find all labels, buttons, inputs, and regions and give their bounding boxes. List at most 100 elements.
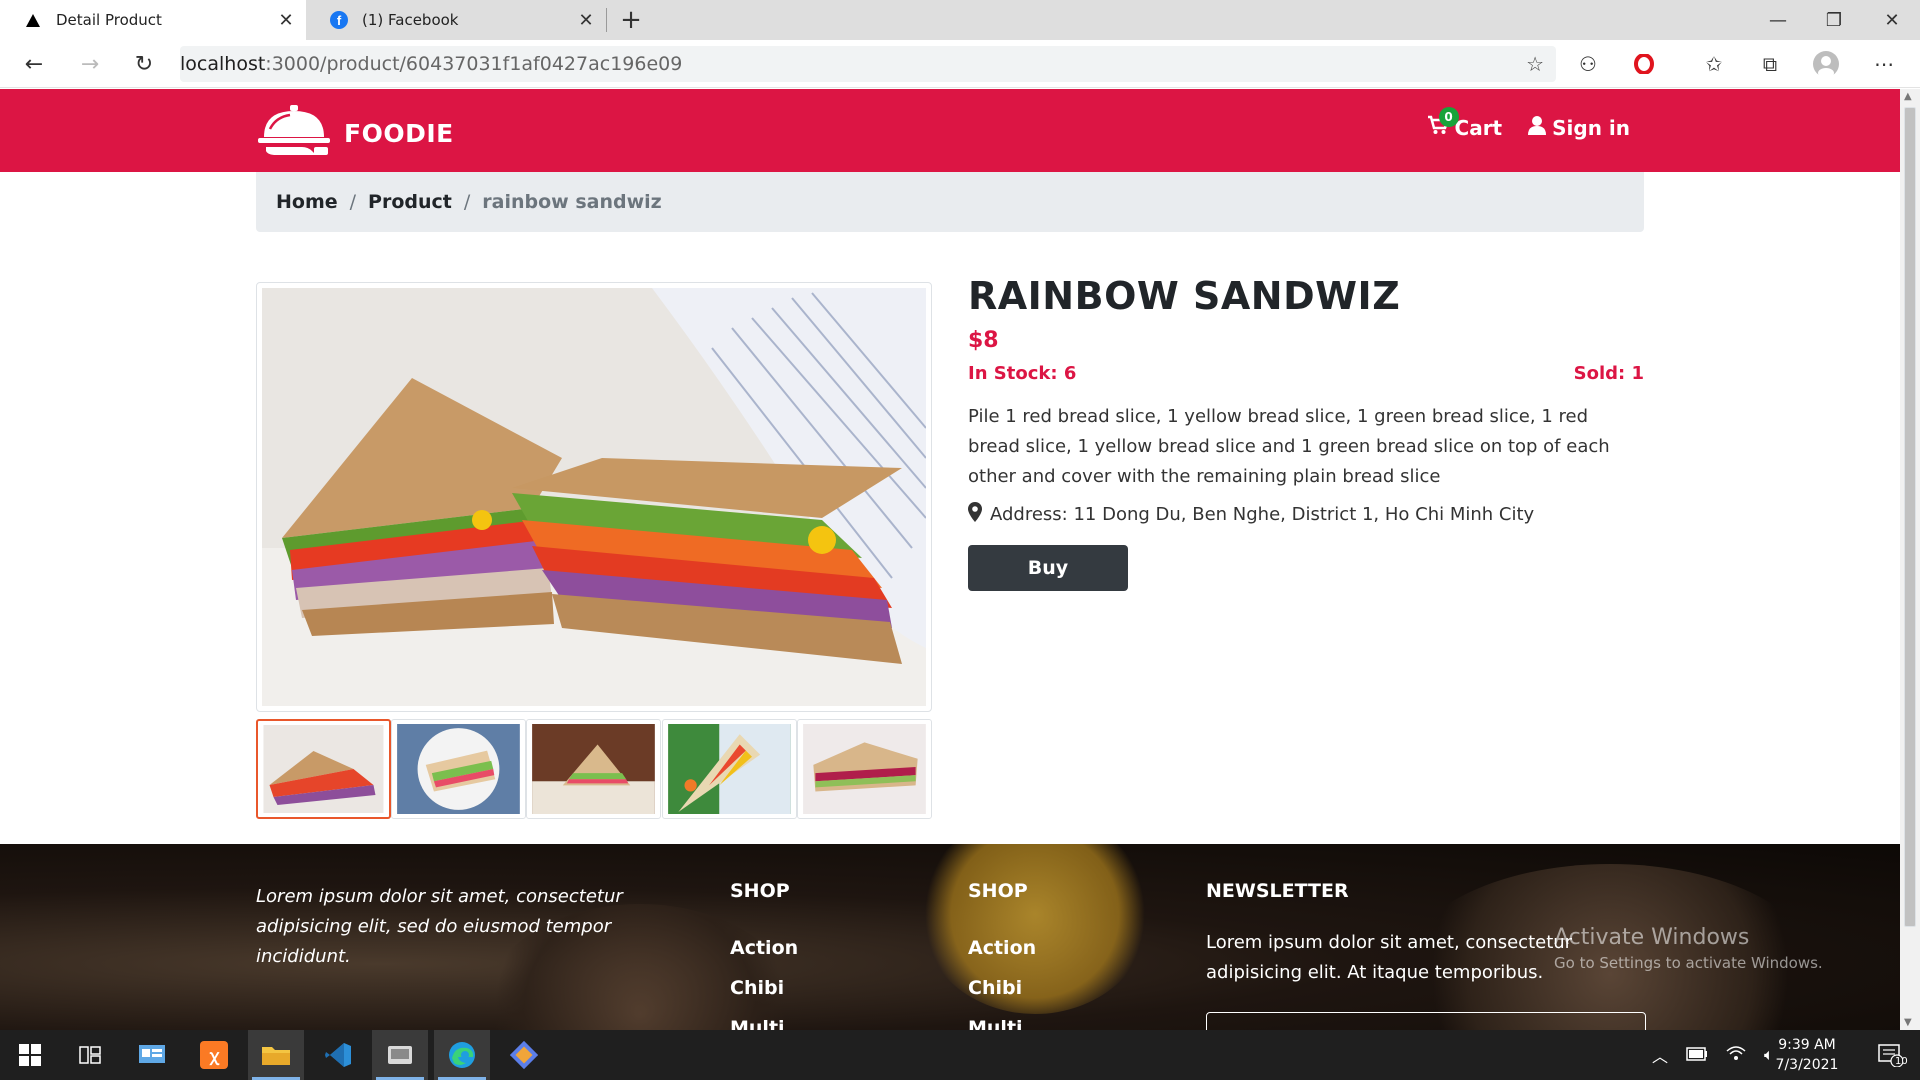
address-text: Address: 11 Dong Du, Ben Nghe, District …	[990, 504, 1535, 525]
brand-logo[interactable]: FOODIE	[256, 103, 454, 163]
wifi-icon[interactable]	[1726, 1045, 1746, 1065]
close-tab-icon[interactable]: ✕	[566, 10, 606, 31]
sold-count: Sold: 1	[1573, 363, 1644, 384]
system-tray: ︿ 🔈︎	[1652, 1030, 1774, 1080]
tab-detail-product[interactable]: Detail Product ✕	[0, 0, 306, 40]
scrollbar-thumb[interactable]	[1904, 107, 1916, 927]
restore-icon[interactable]: ❐	[1806, 0, 1862, 40]
signin-label: Sign in	[1552, 115, 1630, 140]
svg-text:ꭓ: ꭓ	[209, 1046, 220, 1066]
footer-about-text: Lorem ipsum dolor sit amet, consectetur …	[256, 886, 623, 967]
nav-links: 0 Cart Sign in	[1427, 107, 1630, 140]
product-info: RAINBOW SANDWIZ $8 In Stock: 6 Sold: 1 P…	[968, 274, 1644, 591]
scroll-up-icon[interactable]: ▲	[1904, 91, 1912, 102]
brand-name: FOODIE	[344, 118, 454, 148]
footer-column-shop-2: SHOP Action Chibi Multi	[968, 880, 1036, 1030]
cloche-logo-icon	[256, 103, 332, 163]
cart-label: Cart	[1454, 115, 1503, 140]
footer-link-action[interactable]: Action	[730, 928, 798, 968]
forward-arrow-icon[interactable]: →	[72, 48, 108, 80]
favorites-icon[interactable]: ✩	[1696, 48, 1732, 80]
site-navbar: FOODIE 0 Cart Sign in	[0, 89, 1900, 172]
stock-count: In Stock: 6	[968, 363, 1077, 384]
file-explorer-icon[interactable]	[248, 1030, 304, 1080]
facebook-icon: f	[324, 11, 354, 29]
map-marker-icon	[968, 502, 982, 527]
snipping-tool-icon[interactable]	[372, 1030, 428, 1080]
thumbnail[interactable]	[391, 719, 527, 819]
product-price: $8	[968, 328, 999, 353]
tracking-prevention-icon[interactable]: ⚇	[1570, 48, 1606, 80]
add-favorite-icon[interactable]: ☆	[1526, 52, 1544, 76]
footer-link-chibi[interactable]: Chibi	[968, 968, 1036, 1008]
footer-column-heading: SHOP	[730, 880, 790, 902]
tab-divider	[606, 8, 607, 32]
clock-time: 9:39 AM	[1778, 1037, 1836, 1053]
back-arrow-icon[interactable]: ←	[16, 48, 52, 80]
footer-link-multi[interactable]: Multi	[968, 1008, 1036, 1030]
tab-facebook[interactable]: f (1) Facebook ✕	[306, 0, 606, 40]
url-path: :3000/product/60437031f1af0427ac196e09	[265, 53, 683, 75]
profile-avatar-icon[interactable]	[1808, 48, 1844, 80]
breadcrumb: Home / Product / rainbow sandwiz	[256, 172, 1644, 232]
clock-date: 7/3/2021	[1775, 1057, 1839, 1073]
taskbar-clock[interactable]: 9:39 AM 7/3/2021	[1762, 1035, 1852, 1075]
reload-icon[interactable]: ↻	[126, 48, 162, 80]
collections-icon[interactable]: ⧉	[1752, 48, 1788, 80]
windows-start-icon[interactable]	[2, 1030, 58, 1080]
git-icon[interactable]	[496, 1030, 552, 1080]
notification-count: 10	[1895, 1056, 1908, 1067]
chevron-up-icon[interactable]: ︿	[1652, 1043, 1668, 1067]
signin-link[interactable]: Sign in	[1528, 115, 1630, 140]
vscode-icon[interactable]	[310, 1030, 366, 1080]
watermark-subtitle: Go to Settings to activate Windows.	[1554, 954, 1823, 972]
page-scrollbar[interactable]: ▲ ▼	[1900, 89, 1920, 1030]
battery-icon[interactable]	[1686, 1046, 1708, 1065]
vercel-triangle-icon	[18, 13, 48, 27]
footer-link-multi[interactable]: Multi	[730, 1008, 798, 1030]
product-description: Pile 1 red bread slice, 1 yellow bread s…	[968, 406, 1610, 487]
notification-center-icon[interactable]: 10	[1862, 1030, 1918, 1080]
url-text: localhost:3000/product/60437031f1af0427a…	[180, 53, 682, 75]
thumbnail[interactable]	[256, 719, 391, 819]
tab-title: (1) Facebook	[362, 11, 459, 29]
close-window-icon[interactable]: ✕	[1864, 0, 1920, 40]
new-tab-button[interactable]: +	[614, 0, 648, 40]
activate-windows-watermark: Activate Windows Go to Settings to activ…	[1554, 925, 1823, 972]
address-bar-row: ← → ↻ localhost:3000/product/60437031f1a…	[0, 40, 1920, 249]
minimize-icon[interactable]: —	[1750, 0, 1806, 40]
breadcrumb-home[interactable]: Home	[276, 191, 338, 213]
xampp-icon[interactable]: ꭓ	[186, 1030, 242, 1080]
product-title: RAINBOW SANDWIZ	[968, 274, 1401, 318]
thumbnail[interactable]	[526, 719, 662, 819]
buy-button[interactable]: Buy	[968, 545, 1128, 591]
product-address: Address: 11 Dong Du, Ben Nghe, District …	[968, 502, 1644, 527]
footer-link-chibi[interactable]: Chibi	[730, 968, 798, 1008]
page-viewport: FOODIE 0 Cart Sign in Home / Product / r…	[0, 89, 1900, 1030]
thumbnail[interactable]	[661, 719, 797, 819]
control-panel-icon[interactable]	[124, 1030, 180, 1080]
url-field[interactable]: localhost:3000/product/60437031f1af0427a…	[180, 46, 1556, 249]
breadcrumb-separator: /	[349, 191, 357, 213]
cart-count-badge: 0	[1438, 107, 1459, 127]
newsletter-email-input[interactable]	[1206, 1012, 1646, 1030]
opera-extension-icon[interactable]	[1626, 48, 1662, 80]
browser-tab-bar: Detail Product ✕ f (1) Facebook ✕ + — ❐ …	[0, 0, 1920, 40]
sandwich-photo	[262, 288, 927, 706]
windows-taskbar: ꭓ ︿ 🔈︎ 9:39 AM 7/3/2021 10	[0, 1030, 1920, 1080]
footer-link-action[interactable]: Action	[968, 928, 1036, 968]
cart-link[interactable]: 0 Cart	[1427, 107, 1503, 140]
stock-row: In Stock: 6 Sold: 1	[968, 363, 1644, 384]
close-tab-icon[interactable]: ✕	[266, 10, 306, 31]
scroll-down-icon[interactable]: ▼	[1904, 1017, 1912, 1028]
thumbnail[interactable]	[796, 719, 932, 819]
footer-column-heading: SHOP	[968, 880, 1028, 902]
task-view-icon[interactable]	[62, 1030, 118, 1080]
edge-browser-icon[interactable]	[434, 1030, 490, 1080]
tab-title: Detail Product	[56, 11, 162, 29]
more-menu-icon[interactable]: ⋯	[1866, 48, 1902, 80]
svg-text:f: f	[337, 13, 342, 28]
newsletter-heading: NEWSLETTER	[1206, 880, 1349, 902]
product-main-image	[256, 282, 932, 712]
breadcrumb-product[interactable]: Product	[368, 191, 452, 213]
